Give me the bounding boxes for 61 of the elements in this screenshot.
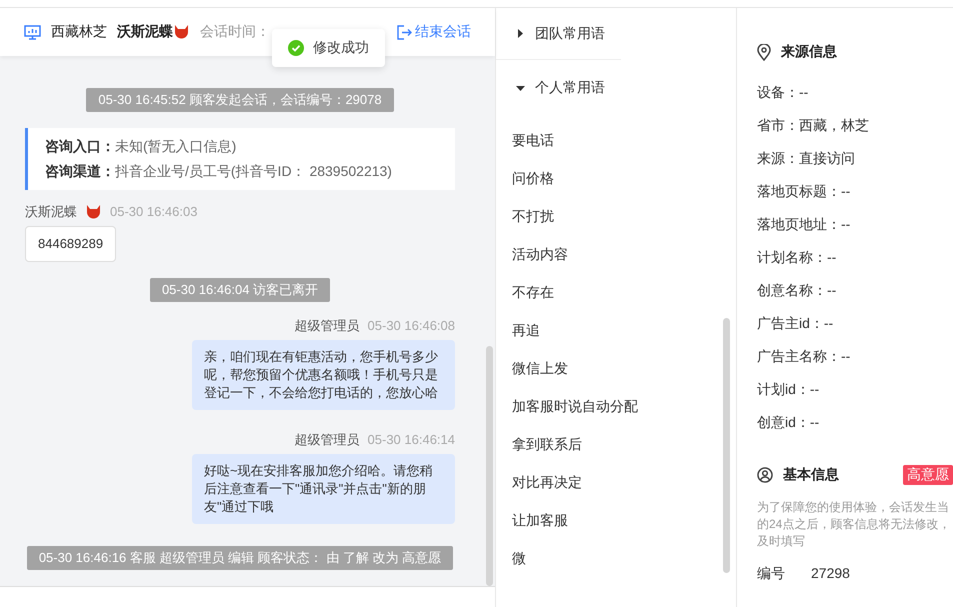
source-field: 计划id：-- xyxy=(757,373,953,406)
message-bubble: 844689289 xyxy=(25,226,116,262)
end-session-button[interactable]: 结束会话 xyxy=(397,23,471,41)
caret-right-icon xyxy=(516,29,525,38)
source-field: 来源：直接访问 xyxy=(757,142,953,175)
source-field: 落地页地址：-- xyxy=(757,208,953,241)
section-title: 基本信息 xyxy=(783,466,840,484)
source-field: 广告主名称：-- xyxy=(757,340,953,373)
phrase-item[interactable]: 微 xyxy=(512,540,736,578)
info-label: 咨询渠道： xyxy=(45,163,115,180)
message-bubble: 亲，咱们现在有钜惠活动，您手机号多少呢，帮您预留个优惠名额哦！手机号只是登记一下，不会给您打电话的，您放心哈 xyxy=(192,340,455,410)
field-label: 编号 xyxy=(757,565,785,583)
source-field: 设备：-- xyxy=(757,76,953,109)
logout-icon xyxy=(397,24,412,40)
sender-name: 超级管理员 xyxy=(294,432,360,448)
success-icon xyxy=(288,40,304,56)
phrase-item[interactable]: 拿到联系后 xyxy=(512,426,736,464)
section-title: 来源信息 xyxy=(781,43,838,61)
source-field: 省市：西藏，林芝 xyxy=(757,109,953,142)
phrase-item[interactable]: 加客服时说自动分配 xyxy=(512,388,736,426)
phrase-item[interactable]: 不打扰 xyxy=(512,198,736,236)
monitor-icon xyxy=(24,24,41,40)
scrollbar[interactable] xyxy=(486,346,493,586)
status-tag: 高意愿 xyxy=(903,465,953,485)
customer-name: 沃斯泥蝶 xyxy=(117,23,173,41)
system-message: 05-30 16:46:16 客服 超级管理员 编辑 顾客状态： 由 了解 改为 高意愿 xyxy=(26,546,454,570)
phrase-item[interactable]: 问价格 xyxy=(512,160,736,198)
toast-text: 修改成功 xyxy=(313,39,369,57)
info-value: 抖音企业号/员工号(抖音号ID： 2839502213) xyxy=(115,163,392,180)
notice-text: 的24点之后，顾客信息将无法修改， xyxy=(757,516,952,533)
phrase-item[interactable]: 不存在 xyxy=(512,274,736,312)
system-message: 05-30 16:45:52 顾客发起会话，会话编号：29078 xyxy=(86,88,394,112)
info-value: 未知(暂无入口信息) xyxy=(115,138,236,155)
message-time: 05-30 16:46:08 xyxy=(368,318,455,334)
system-message: 05-30 16:46:04 访客已离开 xyxy=(150,278,330,302)
session-time-label: 会话时间： xyxy=(200,23,271,41)
user-icon xyxy=(757,467,773,483)
field-value: 27298 xyxy=(811,565,850,583)
phrase-item[interactable]: 活动内容 xyxy=(512,236,736,274)
phrase-item[interactable]: 再追 xyxy=(512,312,736,350)
sender-name: 超级管理员 xyxy=(294,318,360,334)
message-time: 05-30 16:46:14 xyxy=(368,432,455,448)
message-bubble: 好哒~现在安排客服加您介绍哈。请您稍后注意查看一下"通讯录"并点击"新的朋友"通过下哦 xyxy=(192,454,455,524)
sender-name: 沃斯泥蝶 xyxy=(25,204,77,220)
customer-location: 西藏林芝 xyxy=(51,23,107,41)
source-field: 落地页标题：-- xyxy=(757,175,953,208)
phrase-item[interactable]: 要电话 xyxy=(512,122,736,160)
message-time: 05-30 16:46:03 xyxy=(110,204,198,220)
phrase-item[interactable]: 让加客服 xyxy=(512,502,736,540)
phrase-item[interactable]: 微信上发 xyxy=(512,350,736,388)
notice-text: 为了保障您的使用体验，会话发生当 xyxy=(757,499,950,516)
source-field: 计划名称：-- xyxy=(757,241,953,274)
location-pin-icon xyxy=(757,44,771,60)
source-field: 创意名称：-- xyxy=(757,274,953,307)
notice-text: 及时填写 xyxy=(757,533,806,550)
phrase-item[interactable]: 对比再决定 xyxy=(512,464,736,502)
caret-down-icon xyxy=(516,84,525,92)
source-field: 创意id：-- xyxy=(757,406,953,439)
source-field: 广告主id：-- xyxy=(757,307,953,340)
scrollbar[interactable] xyxy=(723,318,730,573)
info-label: 咨询入口： xyxy=(45,138,115,155)
